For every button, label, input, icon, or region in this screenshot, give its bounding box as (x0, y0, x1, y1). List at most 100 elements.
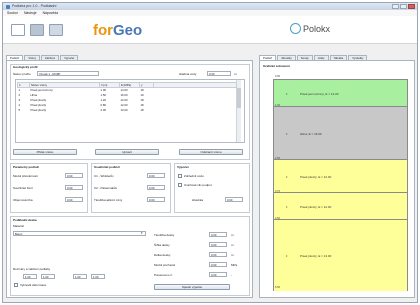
deform-checkbox-label: Vykreslit deformace (20, 283, 47, 287)
water-level-input[interactable]: 0.00 (207, 71, 231, 76)
save-file-icon[interactable] (49, 24, 63, 36)
depth-label: 0.00 (275, 75, 281, 78)
params-g1-label: Součinitel tření (13, 186, 33, 190)
slab-right-label: Šířka desky (154, 243, 170, 247)
params-g1-input[interactable]: 0.00 (65, 173, 83, 178)
params-group-3 (174, 163, 250, 213)
slab-bottom-label: Rozměry a zatížení podlahy (13, 267, 51, 271)
deform-checkbox[interactable] (14, 283, 18, 287)
slab-right-unit: m (231, 233, 234, 237)
soil-layer[interactable]: • Písek jemnozrnný, E = 14.00 (274, 80, 407, 107)
slab-material-label: Materiál (13, 224, 24, 228)
brand-name: Polokx (303, 24, 331, 34)
params-g2-label: Tloušťka aktivní zóny (94, 198, 123, 202)
logo-suffix: Geo (113, 22, 143, 39)
params-g3-depth-label: Hloubka (192, 198, 204, 202)
chevron-down-icon[interactable]: ▾ (141, 231, 143, 235)
slab-right-input[interactable]: 0.00 (209, 232, 227, 237)
soil-profile: • Písek jemnozrnný, E = 14.00 • Hlína, E… (273, 79, 408, 291)
title-bar: Podlaha pro 1.0 - Podkladní (3, 3, 417, 10)
params-g1-label: Modul přetvárnosti (13, 174, 38, 178)
scrollbar-thumb[interactable] (237, 88, 241, 108)
table-cell-spacer (154, 108, 237, 113)
slab-right-label: Tloušťka desky (154, 233, 175, 237)
slab-right-label: Délka desky (154, 253, 171, 257)
slab-bottom-input[interactable]: 1.00 (91, 274, 105, 279)
params-g1-input[interactable]: 0.00 (65, 197, 83, 202)
delete-layer-button[interactable]: Odstranit vrstvu (179, 149, 243, 155)
layer-marker-icon: • (286, 204, 288, 209)
soil-layer-label: Písek jílovitý, E = 12.00 (300, 205, 332, 209)
slab-right-input[interactable]: 0.00 (209, 272, 227, 277)
params-group-3-title: Výpočet (177, 165, 189, 169)
new-file-icon[interactable] (11, 24, 25, 36)
layer-marker-icon: • (286, 253, 288, 258)
slab-right-unit: MPa (231, 263, 238, 267)
slab-right-unit: m (231, 243, 234, 247)
layers-table: č. Název vrstvy h [m] E [MPa] γ 1 Písek … (17, 82, 237, 113)
table-cell: Písek jílovitý (30, 108, 47, 112)
profile-title: Grafické zobrazení (263, 64, 290, 68)
add-layer-button[interactable]: Přidat vrstvu (13, 149, 77, 155)
params-g2-input[interactable]: 0.00 (147, 197, 165, 202)
params-group-2-title: Součinitel podloží (94, 165, 120, 169)
soil-layer[interactable]: • Hlína, E = 16.00 (274, 107, 407, 160)
minimize-button[interactable] (392, 4, 399, 9)
table-cell: 13.00 (120, 108, 128, 112)
slab-right-input[interactable]: 0.00 (209, 252, 227, 257)
slab-material-select[interactable]: Beton (13, 231, 146, 236)
depth-label: 1.00 (275, 104, 281, 107)
params-g2-input[interactable]: 0.00 (147, 173, 165, 178)
profile-name-input[interactable]: Vzorek 1 - ROZP. (37, 71, 99, 76)
edit-layer-button[interactable]: Upravit (95, 149, 159, 155)
soil-layer[interactable]: • Písek jílovitý, E = 13.00 (274, 220, 407, 291)
depth-label: 3.70 (275, 190, 281, 193)
soil-layer-label: Písek jílovitý, E = 13.00 (300, 254, 332, 258)
close-button[interactable] (408, 4, 415, 9)
supports-checkbox[interactable] (178, 183, 182, 187)
slab-bottom-input[interactable]: 1.00 (23, 274, 37, 279)
params-g1-label: Objemová tíha (13, 198, 33, 202)
supports-checkbox-label: Uvažovat vliv podpor (184, 183, 212, 187)
params-g2-label: C1 - Winklerův (94, 174, 114, 178)
params-g3-depth-input[interactable]: 0.00 (225, 197, 243, 202)
layer-marker-icon: • (286, 91, 288, 96)
soil-layer[interactable]: • Písek jílovitý, E = 12.00 (274, 193, 407, 220)
layer-marker-icon: • (286, 131, 288, 136)
soil-layer[interactable]: • Písek jílovitý, E = 12.00 (274, 160, 407, 193)
params-g1-input[interactable]: 0.00 (65, 185, 83, 190)
polokx-logo-icon (290, 23, 301, 34)
water-checkbox[interactable] (178, 174, 182, 178)
window-controls (392, 4, 415, 9)
slab-bottom-input[interactable]: 1.00 (41, 274, 55, 279)
calculate-button[interactable]: Spustit výpočet (154, 284, 230, 290)
profile-name-label: Název profilu (13, 72, 31, 76)
layer-marker-icon: • (286, 174, 288, 179)
slab-right-label: Poissonovo č. (154, 273, 173, 277)
params-g2-input[interactable]: 0.00 (147, 185, 165, 190)
slab-right-input[interactable]: 0.00 (209, 242, 227, 247)
forgeo-logo: forGeo (93, 22, 142, 39)
soil-layer-label: Hlína, E = 16.00 (300, 132, 322, 136)
params-g2-label: C2 - Pasternakův (94, 186, 118, 190)
soil-layer-label: Písek jílovitý, E = 12.00 (300, 175, 332, 179)
slab-right-input[interactable]: 0.00 (209, 262, 227, 267)
app-window: Podlaha pro 1.0 - Podkladní Soubor Nástr… (2, 2, 418, 303)
soil-layer-label: Písek jemnozrnný, E = 14.00 (300, 92, 339, 96)
depth-label: 4.50 (275, 217, 281, 220)
layers-title: Geologický profil (13, 65, 38, 69)
slab-bottom-input[interactable]: 1.00 (73, 274, 87, 279)
table-cell: 5 (18, 108, 21, 112)
table-cell: 18 (140, 108, 144, 112)
water-checkbox-label: Zohlednit vodu (184, 174, 204, 178)
params-group-1-title: Parametry podloží (13, 165, 40, 169)
window-title: Podlaha pro 1.0 - Podkladní (12, 4, 57, 8)
water-level-label: Hladina vody (179, 72, 197, 76)
slab-right-label: Modul pružnosti (154, 263, 176, 267)
open-file-icon[interactable] (30, 24, 44, 36)
table-row[interactable]: 5 Písek jílovitý 2.00 13.00 18 (18, 108, 237, 113)
toolbar: forGeo Polokx (3, 16, 417, 44)
maximize-button[interactable] (400, 4, 407, 9)
slab-right-unit: m (231, 253, 234, 257)
table-cell: 2.00 (100, 108, 106, 112)
